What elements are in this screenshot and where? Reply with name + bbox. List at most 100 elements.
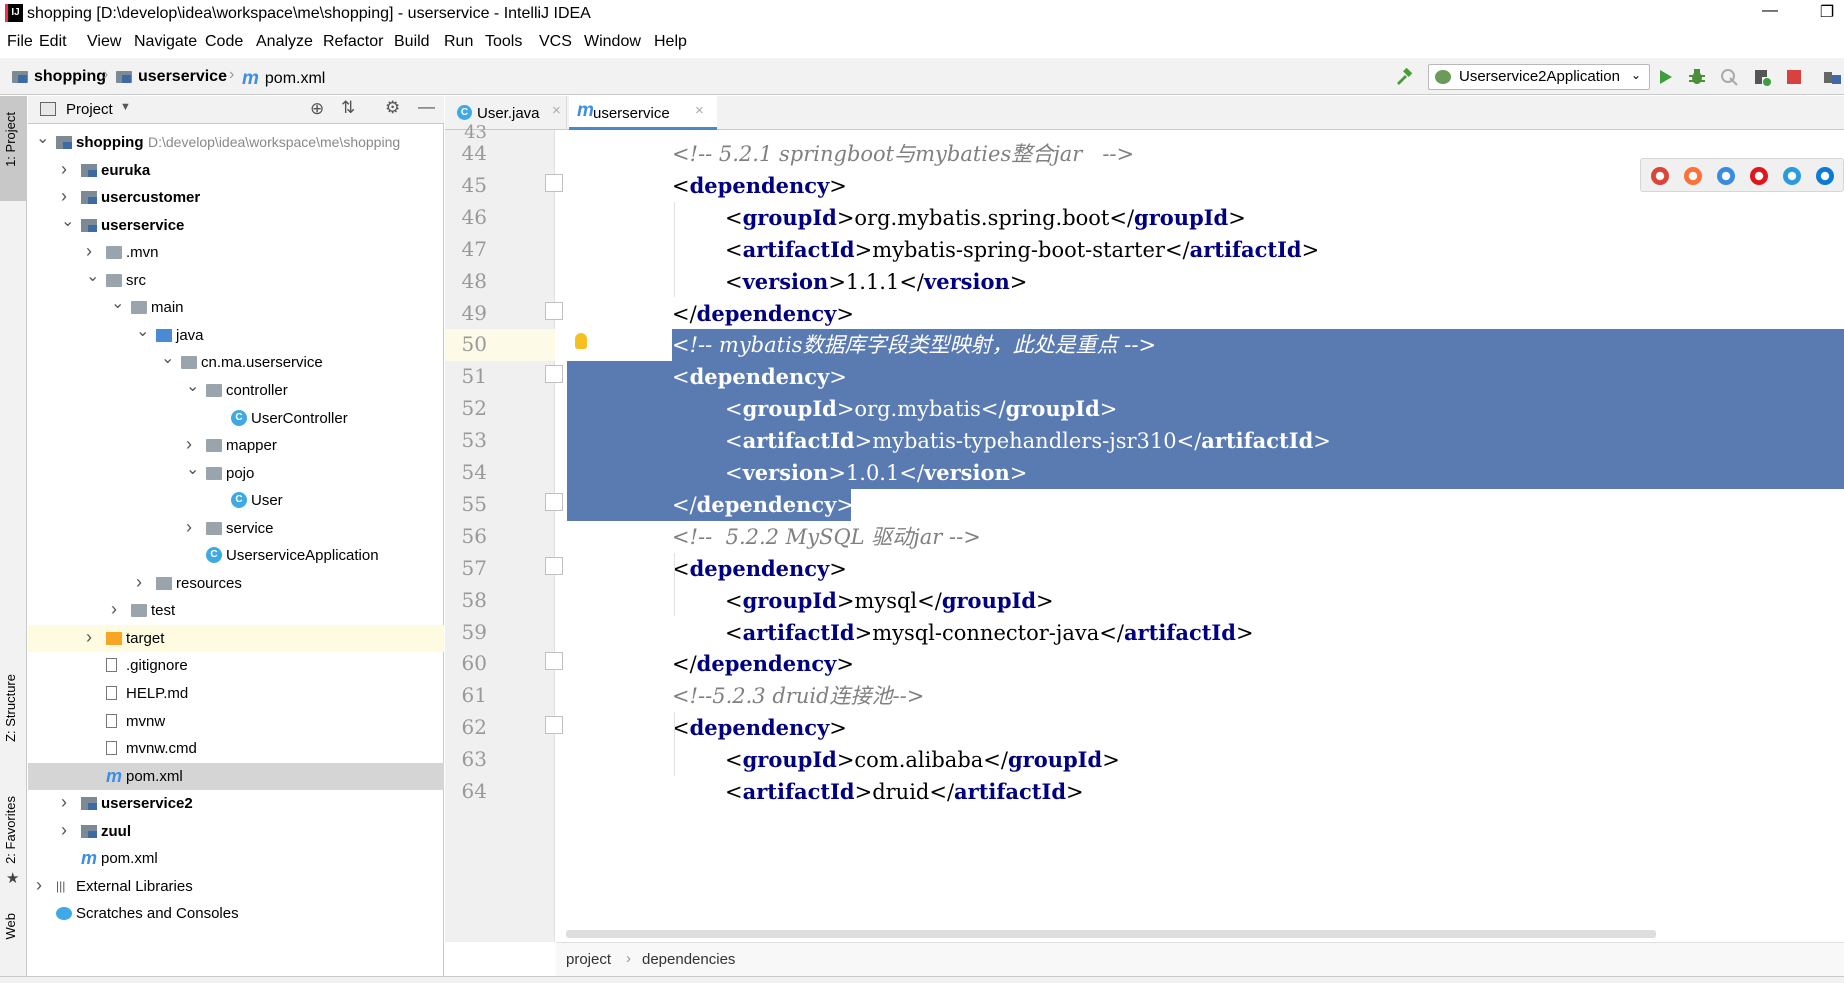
run-icon[interactable] (1655, 67, 1675, 87)
chevron-right-icon[interactable]: › (61, 817, 73, 844)
ie-icon[interactable] (1783, 167, 1801, 185)
fold-marker-icon[interactable] (545, 301, 563, 320)
chevron-right-icon[interactable]: › (61, 156, 73, 183)
chevron-right-icon[interactable]: › (186, 514, 198, 541)
chevron-right-icon[interactable]: › (86, 624, 98, 651)
hide-panel-icon[interactable]: — (418, 97, 435, 117)
menu-navigate[interactable]: Navigate (134, 33, 197, 51)
menu-refactor[interactable]: Refactor (323, 33, 383, 51)
fold-marker-icon[interactable] (545, 716, 563, 735)
chevron-right-icon[interactable]: › (36, 872, 48, 899)
tool-tab-project[interactable]: 1: Project (3, 112, 18, 167)
fold-marker-icon[interactable] (545, 492, 563, 511)
tree-item[interactable]: mvnw.cmd (28, 735, 444, 762)
tree-item[interactable]: › mapper (28, 432, 444, 459)
project-view-select[interactable]: Project (66, 101, 113, 118)
tool-tab-favorites[interactable]: 2: Favorites (3, 796, 18, 864)
menu-window[interactable]: Window (584, 33, 641, 51)
chevron-right-icon[interactable]: › (61, 183, 73, 210)
tree-item[interactable]: ⌄ src (28, 267, 444, 294)
tree-item[interactable]: m pom.xml (28, 762, 444, 790)
menu-edit[interactable]: Edit (39, 33, 67, 51)
tree-item[interactable]: m pom.xml (28, 845, 444, 872)
tree-item[interactable]: › service (28, 515, 444, 542)
tree-item[interactable]: › resources (28, 570, 444, 597)
horizontal-scrollbar[interactable] (566, 930, 1656, 938)
chevron-right-icon[interactable]: › (111, 596, 123, 623)
chevron-down-icon[interactable]: ⌄ (161, 345, 174, 372)
fold-marker-icon[interactable] (545, 173, 563, 192)
tree-item[interactable]: ⌄ pojo (28, 460, 444, 487)
chevron-right-icon[interactable]: › (186, 431, 198, 458)
collapse-all-icon[interactable]: ⇅ (341, 98, 355, 118)
tree-item[interactable]: ⌄ java (28, 322, 444, 349)
tree-item[interactable]: HELP.md (28, 680, 444, 707)
tree-item[interactable]: › euruka (28, 157, 444, 184)
tool-tab-web[interactable]: Web (3, 913, 18, 940)
tree-item[interactable]: › test (28, 597, 444, 624)
fold-marker-icon[interactable] (545, 652, 563, 671)
menu-analyze[interactable]: Analyze (256, 33, 313, 51)
menu-code[interactable]: Code (205, 33, 243, 51)
chevron-down-icon[interactable]: ⌄ (36, 125, 49, 152)
menu-tools[interactable]: Tools (485, 33, 522, 51)
chevron-down-icon[interactable]: ▼ (120, 101, 131, 113)
menu-view[interactable]: View (87, 33, 121, 51)
tree-item[interactable]: ⌄ controller (28, 377, 444, 404)
profile-icon[interactable] (1752, 67, 1772, 87)
project-structure-icon[interactable] (1822, 67, 1842, 87)
opera-icon[interactable] (1750, 167, 1768, 185)
safari-icon[interactable] (1717, 167, 1735, 185)
tree-item[interactable]: ⌄ shopping D:\develop\idea\workspace\me\sh… (28, 129, 444, 156)
run-configuration-select[interactable]: Userservice2Application ⌄ (1428, 64, 1650, 90)
chevron-right-icon[interactable]: › (86, 238, 98, 265)
chevron-down-icon[interactable]: ⌄ (136, 318, 149, 345)
menu-run[interactable]: Run (444, 33, 473, 51)
tool-tab-structure[interactable]: Z: Structure (3, 674, 18, 742)
edge-icon[interactable] (1816, 167, 1834, 185)
chevron-down-icon[interactable]: ⌄ (86, 263, 99, 290)
tree-item[interactable]: C UserController (28, 405, 444, 432)
tree-item[interactable]: › zuul (28, 818, 444, 845)
fold-marker-icon[interactable] (545, 365, 563, 384)
gear-icon[interactable]: ⚙ (385, 98, 400, 118)
crumb-pom[interactable]: m pom.xml (242, 68, 325, 90)
tree-item[interactable]: › usercustomer (28, 184, 444, 211)
stop-icon[interactable] (1784, 67, 1804, 87)
tree-item[interactable]: .gitignore (28, 652, 444, 679)
menu-vcs[interactable]: VCS (539, 33, 572, 51)
close-icon[interactable]: × (695, 102, 704, 119)
tree-item[interactable]: Scratches and Consoles (28, 900, 444, 927)
menu-help[interactable]: Help (654, 33, 687, 51)
menu-build[interactable]: Build (394, 33, 430, 51)
locate-icon[interactable]: ⊕ (310, 99, 324, 119)
chevron-down-icon[interactable]: ⌄ (186, 456, 199, 483)
lightbulb-icon[interactable] (575, 333, 587, 350)
tree-item[interactable]: › userservice2 (28, 790, 444, 817)
run-with-coverage-icon[interactable] (1719, 67, 1739, 87)
crumb-shopping[interactable]: shopping (12, 68, 106, 86)
chevron-right-icon[interactable]: › (61, 789, 73, 816)
crumb-userservice[interactable]: userservice (116, 68, 227, 86)
chevron-down-icon[interactable]: ⌄ (186, 373, 199, 400)
firefox-icon[interactable] (1684, 167, 1702, 185)
tree-item[interactable]: ⌄ main (28, 294, 444, 321)
tree-item[interactable]: › ||| External Libraries (28, 873, 444, 900)
tree-item[interactable]: C User (28, 487, 444, 514)
chevron-down-icon[interactable]: ⌄ (61, 208, 74, 235)
breadcrumb-project[interactable]: project (566, 951, 611, 968)
tree-item[interactable]: C UserserviceApplication (28, 542, 444, 569)
tree-item[interactable]: mvnw (28, 708, 444, 735)
menu-file[interactable]: File (7, 33, 33, 51)
chevron-down-icon[interactable]: ⌄ (111, 290, 124, 317)
close-icon[interactable]: × (552, 102, 561, 119)
tree-item[interactable]: ⌄ userservice (28, 212, 444, 239)
minimize-button[interactable]: — (1755, 2, 1785, 20)
restore-button[interactable]: ❐ (1812, 2, 1842, 22)
tab-userservice-pom[interactable]: m userservice × (569, 96, 717, 130)
fold-marker-icon[interactable] (545, 556, 563, 575)
debug-icon[interactable] (1687, 67, 1707, 87)
chrome-icon[interactable] (1651, 167, 1669, 185)
tree-item[interactable]: › target (28, 624, 444, 652)
tree-item[interactable]: ⌄ cn.ma.userservice (28, 349, 444, 376)
